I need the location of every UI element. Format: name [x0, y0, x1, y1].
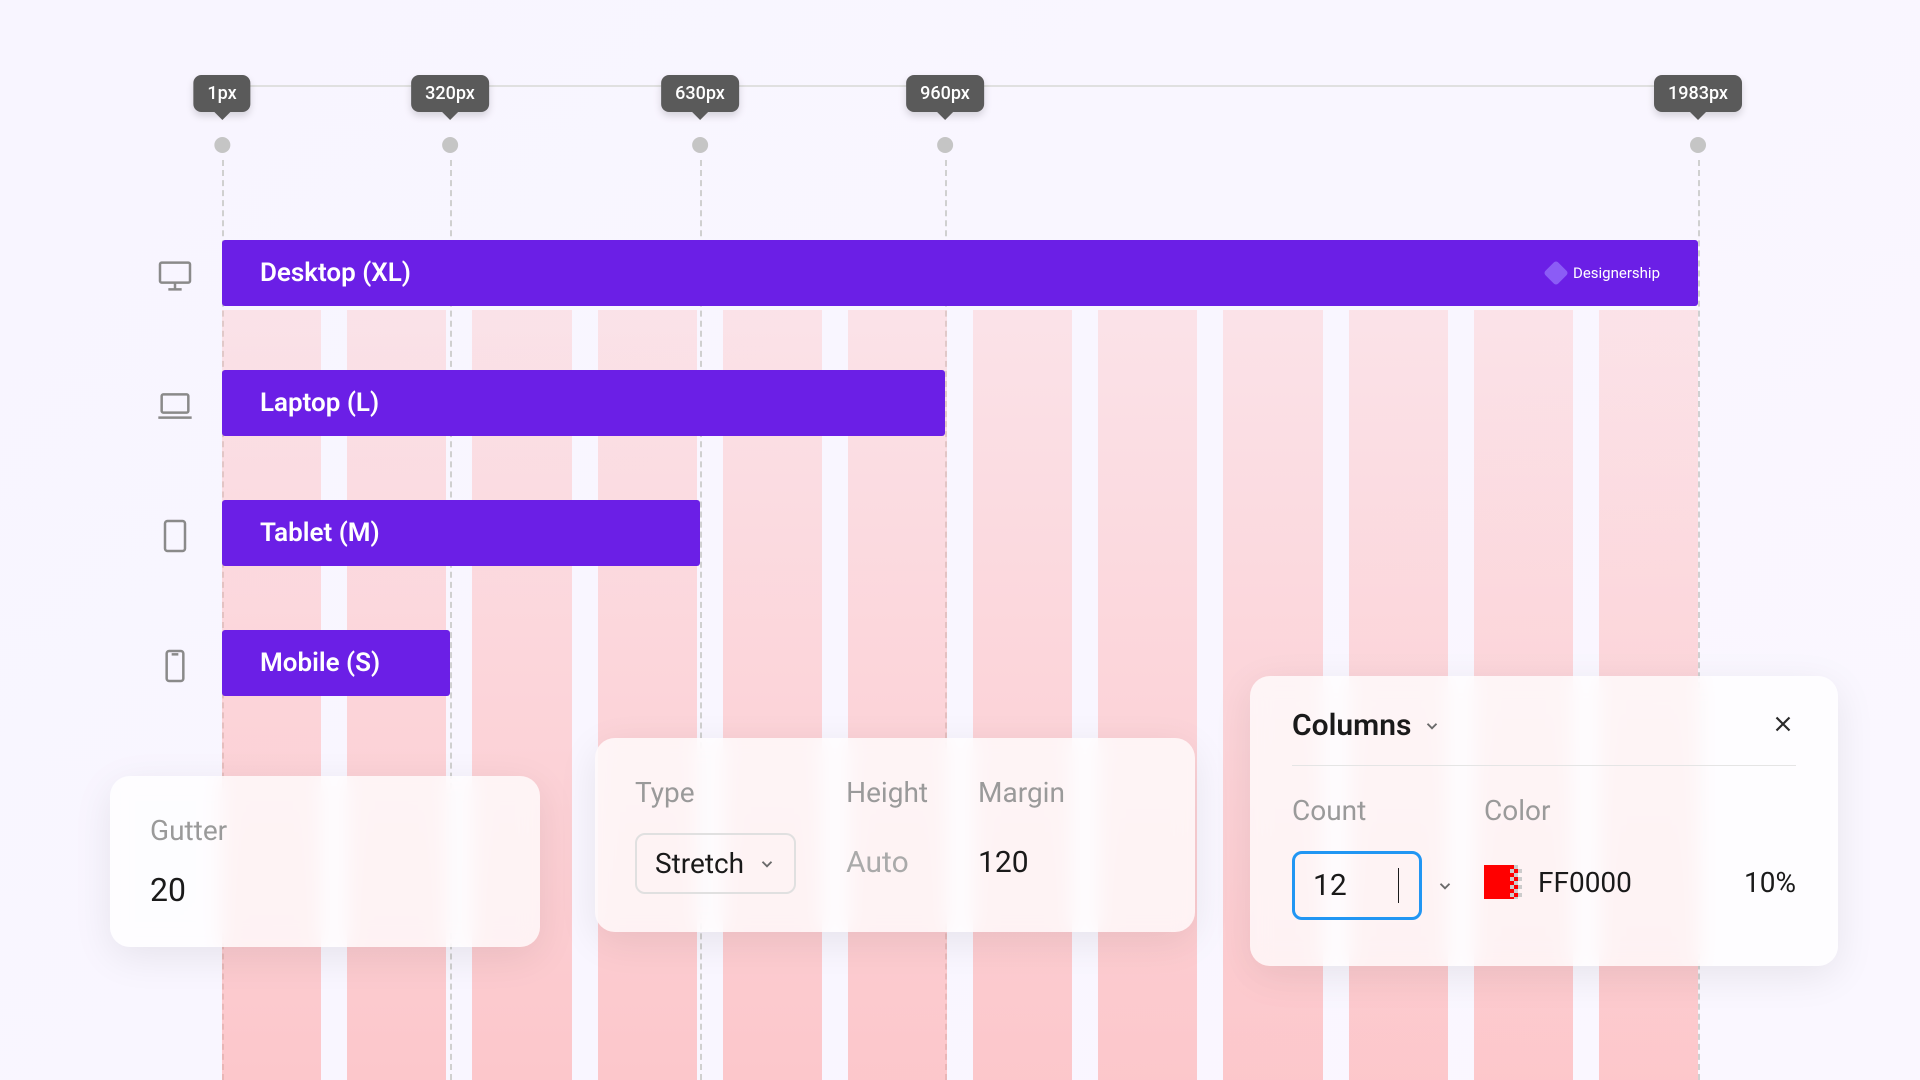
chevron-down-icon[interactable] [1436, 877, 1454, 895]
type-value: Stretch [655, 847, 744, 880]
ruler-marker[interactable]: 1px [193, 75, 250, 153]
breakpoint-label: Tablet (M) [260, 518, 380, 548]
height-label: Height [846, 776, 928, 809]
brand-badge: Designership [1547, 264, 1660, 282]
ruler-marker[interactable]: 630px [661, 75, 739, 153]
height-value[interactable]: Auto [846, 833, 928, 892]
ruler-marker-dot [442, 137, 458, 153]
ruler-marker-dot [214, 137, 230, 153]
tablet-icon [155, 516, 195, 560]
chevron-down-icon [1423, 717, 1441, 735]
breakpoint-bar-desktop[interactable]: Desktop (XL) Designership [222, 240, 1698, 306]
color-opacity-input[interactable]: 10% [1744, 866, 1796, 899]
breakpoint-bar-laptop[interactable]: Laptop (L) [222, 370, 945, 436]
desktop-icon [155, 256, 195, 300]
mobile-icon [155, 646, 195, 690]
ruler-marker-label: 630px [661, 75, 739, 112]
columns-panel: Columns Count 12 Color [1250, 676, 1838, 966]
breakpoint-bar-tablet[interactable]: Tablet (M) [222, 500, 700, 566]
chevron-down-icon [758, 855, 776, 873]
gutter-value[interactable]: 20 [150, 871, 500, 909]
close-button[interactable] [1770, 711, 1796, 741]
ruler-marker-dot [692, 137, 708, 153]
ruler: 1px 320px 630px 960px 1983px [0, 75, 1920, 175]
color-hex-input[interactable]: FF0000 [1538, 866, 1632, 899]
columns-title-dropdown[interactable]: Columns [1292, 708, 1441, 743]
margin-label: Margin [978, 776, 1065, 809]
laptop-icon [155, 386, 195, 430]
brand-text: Designership [1573, 264, 1660, 282]
gutter-label: Gutter [150, 814, 500, 847]
ruler-marker[interactable]: 1983px [1654, 75, 1742, 153]
ruler-marker-dot [1690, 137, 1706, 153]
columns-title: Columns [1292, 708, 1411, 743]
brand-logo-icon [1543, 260, 1568, 285]
ruler-marker-label: 1983px [1654, 75, 1742, 112]
ruler-marker-label: 960px [906, 75, 984, 112]
color-label: Color [1484, 794, 1796, 827]
type-label: Type [635, 776, 796, 809]
layout-panel: Type Stretch Height Auto Margin 120 [595, 738, 1195, 932]
ruler-marker[interactable]: 320px [411, 75, 489, 153]
ruler-marker-label: 1px [193, 75, 250, 112]
ruler-marker-label: 320px [411, 75, 489, 112]
color-swatch[interactable] [1484, 865, 1518, 899]
margin-value[interactable]: 120 [978, 833, 1065, 892]
breakpoint-label: Desktop (XL) [260, 258, 411, 288]
type-select[interactable]: Stretch [635, 833, 796, 894]
count-input[interactable]: 12 [1292, 851, 1422, 920]
gutter-panel: Gutter 20 [110, 776, 540, 947]
breakpoint-label: Mobile (S) [260, 648, 380, 678]
count-label: Count [1292, 794, 1454, 827]
breakpoint-bar-mobile[interactable]: Mobile (S) [222, 630, 450, 696]
breakpoint-label: Laptop (L) [260, 388, 379, 418]
ruler-marker[interactable]: 960px [906, 75, 984, 153]
ruler-marker-dot [937, 137, 953, 153]
